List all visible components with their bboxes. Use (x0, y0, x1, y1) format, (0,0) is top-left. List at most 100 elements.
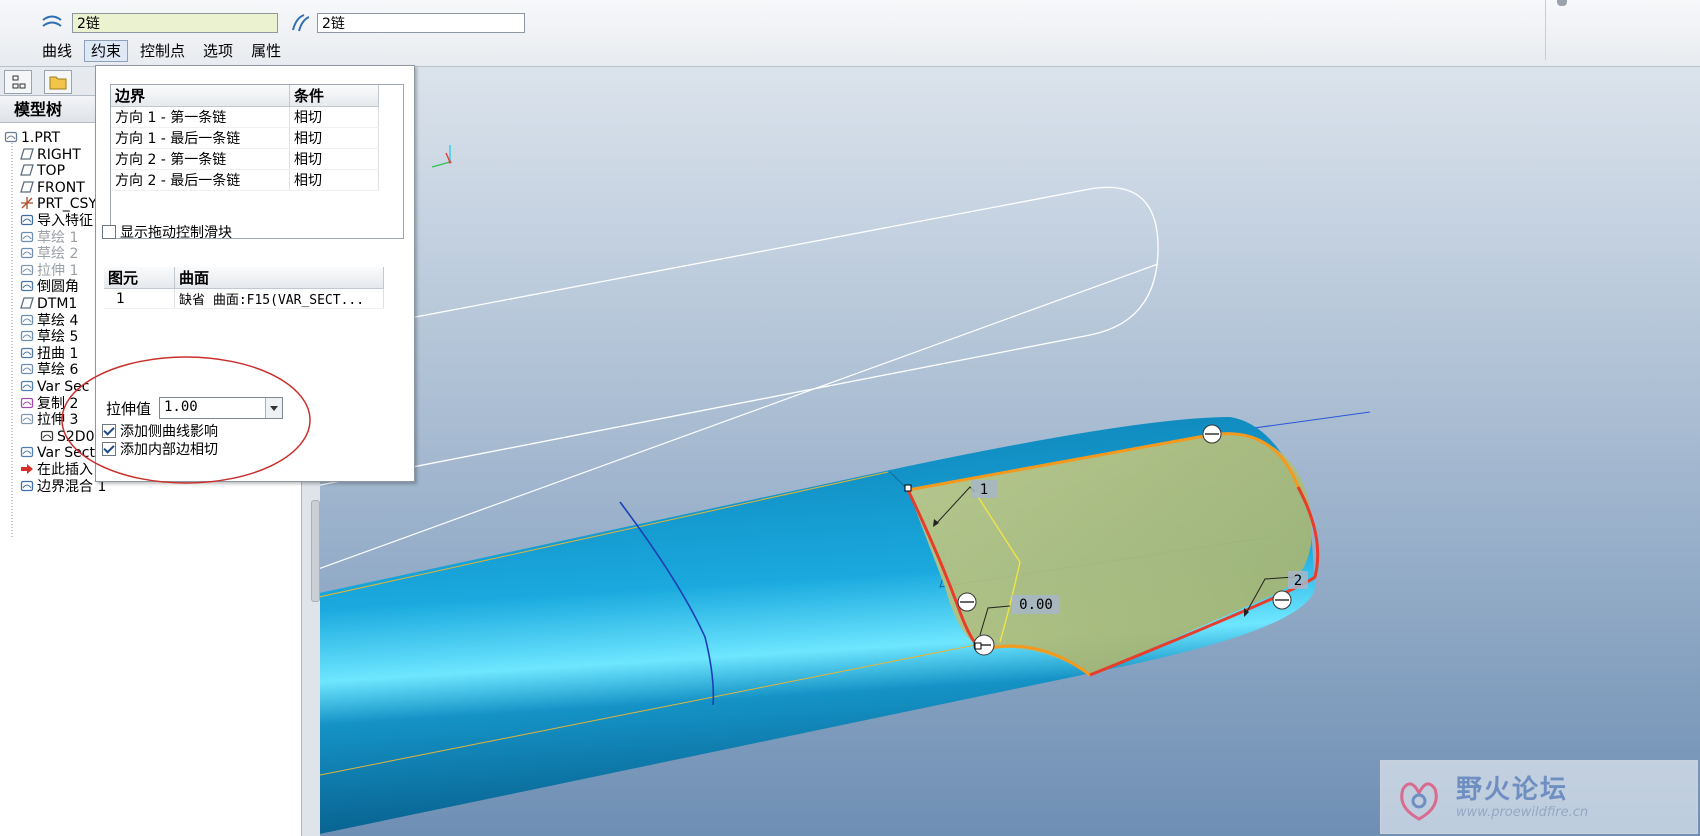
checkbox-box[interactable] (102, 225, 116, 239)
tab-options[interactable]: 选项 (197, 41, 239, 61)
section-icon (40, 429, 54, 443)
condition-cell[interactable]: 相切 (289, 169, 379, 191)
surface-table: 图元 曲面 1 缺省 曲面:F15(VAR_SECT... (104, 267, 402, 309)
condition-cell[interactable]: 相切 (289, 127, 379, 149)
tree-node[interactable]: FRONT (20, 179, 85, 197)
graphics-viewport[interactable]: 1 2 0.00 (320, 67, 1700, 836)
sketch-icon (20, 230, 34, 244)
extrude-icon (20, 263, 34, 277)
forum-logo-icon (1400, 782, 1438, 821)
tree-node-label: RIGHT (37, 146, 81, 163)
ribbon-separator (1545, 0, 1546, 60)
tab-curves[interactable]: 曲线 (36, 41, 78, 61)
import-feature-icon (20, 213, 34, 227)
warp-icon (20, 346, 34, 360)
table-row[interactable]: 方向 1 - 最后一条链 相切 (111, 127, 379, 149)
tree-node-label: FRONT (37, 179, 85, 196)
tree-node[interactable]: 草绘 4 (20, 312, 78, 330)
table-row[interactable]: 方向 1 - 第一条链 相切 (111, 106, 379, 128)
ribbon-resize-handle[interactable] (1557, 0, 1567, 6)
chain-1-field[interactable]: 2链 (72, 13, 278, 33)
dashboard-tabs: 曲线 约束 控制点 选项 属性 (36, 40, 293, 62)
tree-node-label: TOP (37, 163, 66, 180)
tree-node[interactable]: 草绘 1 (20, 229, 78, 247)
tree-node[interactable]: RIGHT (20, 146, 81, 164)
folder-icon (49, 76, 67, 90)
sketch-icon (20, 246, 34, 260)
show-drag-handles-checkbox[interactable]: 显示拖动控制滑块 (102, 224, 232, 242)
forum-watermark: 野火论坛 www.proewildfire.cn (1380, 760, 1698, 834)
tree-node[interactable]: 1.PRT (4, 129, 60, 147)
datum-plane-icon (20, 296, 34, 310)
datum-plane-icon (20, 147, 34, 161)
tree-node-label: DTM1 (37, 296, 78, 312)
part-icon (4, 130, 18, 144)
watermark-title: 野火论坛 (1456, 775, 1569, 805)
tree-node-label: PRT_CSY (37, 196, 97, 213)
boundary-label-1: 1 (980, 482, 988, 498)
datum-plane-icon (20, 163, 34, 177)
tree-icon (12, 75, 26, 89)
extrude-icon (20, 412, 34, 426)
col-element[interactable]: 图元 (104, 267, 175, 289)
tab-control-points[interactable]: 控制点 (134, 41, 191, 61)
table-row[interactable]: 方向 2 - 最后一条链 相切 (111, 169, 379, 191)
boundary-cell[interactable]: 方向 2 - 最后一条链 (111, 169, 290, 191)
chain-2-icon (292, 14, 310, 32)
tree-node[interactable]: 草绘 5 (20, 328, 78, 346)
chain-end-marker[interactable] (974, 642, 982, 650)
boundary-label-2: 2 (1294, 573, 1302, 589)
sketch-icon (20, 362, 34, 376)
col-surface[interactable]: 曲面 (174, 267, 384, 289)
tree-node[interactable]: 草绘 2 (20, 245, 78, 263)
chain-1-icon (42, 15, 62, 27)
tree-node-label: 草绘 2 (37, 246, 79, 263)
tree-node-label: 草绘 1 (37, 229, 79, 246)
checkbox-label: 显示拖动控制滑块 (120, 225, 232, 241)
condition-cell[interactable]: 相切 (289, 148, 379, 170)
watermark-url: www.proewildfire.cn (1456, 805, 1589, 820)
tree-node-label: 草绘 4 (37, 312, 79, 329)
tab-properties[interactable]: 属性 (245, 41, 287, 61)
surface-cell[interactable]: 缺省 曲面:F15(VAR_SECT... (174, 288, 384, 309)
tree-node-label: 倒圆角 (37, 279, 79, 296)
model-canvas[interactable]: 1 2 0.00 (320, 67, 1700, 836)
copy-icon (20, 396, 34, 410)
tab-constraints[interactable]: 约束 (84, 40, 129, 62)
sketch-icon (20, 329, 34, 343)
tree-node[interactable]: 倒圆角 (20, 278, 79, 296)
panel-splitter[interactable] (311, 500, 320, 602)
boundary-blend-icon (20, 479, 34, 493)
sketch-icon (20, 313, 34, 327)
sweep-icon (20, 379, 34, 393)
tree-node[interactable]: DTM1 (20, 295, 77, 313)
boundary-conditions-table: 边界 条件 方向 1 - 第一条链 相切 方向 1 - 最后一条链 相切 方向 2 … (110, 84, 404, 239)
tree-node[interactable]: 拉伸 1 (20, 262, 78, 280)
tree-node[interactable]: PRT_CSY (20, 195, 97, 213)
col-condition[interactable]: 条件 (289, 85, 379, 107)
datum-plane-icon (20, 180, 34, 194)
boundary-cell[interactable]: 方向 1 - 最后一条链 (111, 127, 290, 149)
feature-dashboard: 2链 2链 曲线 约束 控制点 选项 属性 (0, 0, 1700, 67)
tree-node-label: 导入特征 (37, 213, 93, 229)
element-cell[interactable]: 1 (104, 288, 175, 309)
table-row[interactable]: 方向 2 - 第一条链 相切 (111, 148, 379, 170)
table-row[interactable]: 1 缺省 曲面:F15(VAR_SECT... (104, 288, 384, 309)
tree-node-label: 1.PRT (21, 130, 61, 146)
model-tree-tab[interactable] (4, 70, 32, 94)
boundary-cell[interactable]: 方向 1 - 第一条链 (111, 106, 290, 128)
round-icon (20, 279, 34, 293)
chain-start-marker[interactable] (904, 484, 912, 492)
folder-browser-tab[interactable] (44, 70, 72, 94)
sweep-icon (20, 445, 34, 459)
col-boundary[interactable]: 边界 (111, 85, 290, 107)
tree-node[interactable]: 导入特征 (20, 212, 93, 230)
tree-node-label: 拉伸 1 (37, 262, 79, 279)
condition-cell[interactable]: 相切 (289, 106, 379, 128)
boundary-cell[interactable]: 方向 2 - 第一条链 (111, 148, 290, 170)
tangency-value-label: 0.00 (1019, 597, 1053, 613)
tree-node[interactable]: TOP (20, 162, 65, 180)
annotation-ellipse (61, 356, 311, 484)
chain-2-field[interactable]: 2链 (317, 13, 525, 33)
csys-icon (20, 196, 34, 210)
